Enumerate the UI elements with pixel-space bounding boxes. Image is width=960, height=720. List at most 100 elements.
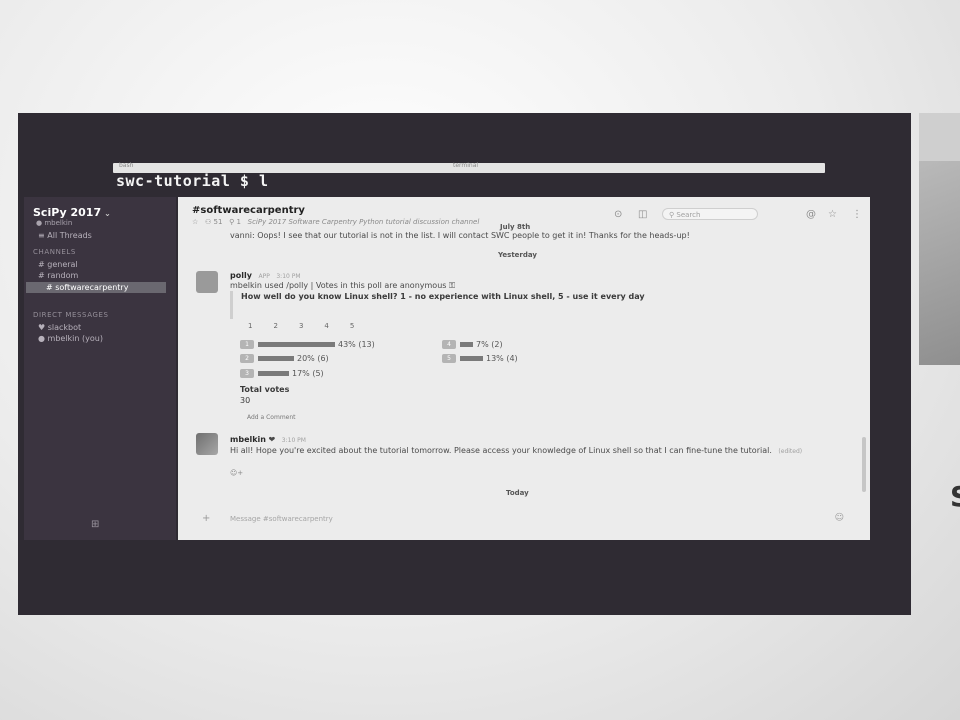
edited-label: (edited) [778,448,803,455]
terminal-cut-off-line [116,191,206,196]
poll-option-number: 1 [248,322,253,330]
poll-intro: mbelkin used /polly | Votes in this poll… [230,281,455,291]
avatar[interactable] [196,433,218,455]
poll-option-number: 5 [349,322,355,330]
mentions-icon[interactable]: @ [806,209,816,220]
starred-icon[interactable]: ☆ [828,209,837,220]
call-icon[interactable]: ⊙ [614,209,622,220]
terminal-title-left: bash [119,162,134,169]
sidebar-item-random[interactable]: # random [38,271,78,280]
dm-label: mbelkin (you) [47,334,103,343]
poll-intro-text: mbelkin used /polly | Votes in this poll… [230,281,447,290]
author-name[interactable]: polly [230,271,252,280]
direct-messages-heading[interactable]: DIRECT MESSAGES [33,311,109,319]
chevron-down-icon: ⌄ [104,209,111,218]
sidebar-item-self[interactable]: ● mbelkin (you) [38,334,103,343]
channel-label: general [47,260,78,269]
vote-bar [258,356,294,361]
vote-bar [258,371,289,376]
date-divider-today: Today [506,489,529,497]
terminal-title: terminal [453,162,479,169]
attach-plus-icon[interactable]: + [202,513,210,524]
vote-result: 7% (2) [476,340,503,349]
message-composer[interactable]: + Message #softwarecarpentry ☺ [196,513,854,526]
avatar[interactable] [196,271,218,293]
search-placeholder: Search [676,211,701,219]
timestamp[interactable]: 3:10 PM [282,437,306,444]
speaker-video-frame [919,161,960,365]
message-text: Hi all! Hope you're excited about the tu… [230,446,772,455]
all-threads-label: All Threads [47,231,92,240]
scrollbar[interactable] [862,437,866,492]
pin-count: 1 [236,218,241,226]
search-icon: ⚲ [669,211,675,219]
sidebar-item-general[interactable]: # general [38,260,78,269]
vote-row: 2 20% (6) [240,354,329,364]
channel-label: random [47,271,79,280]
vote-result: 13% (4) [486,354,518,363]
pin-icon[interactable]: ⚲ [229,218,234,226]
vote-button[interactable]: 2 [240,354,254,363]
emoji-icon[interactable]: ☺ [835,513,844,523]
user-name: mbelkin [44,219,73,227]
message-mbelkin: Hi all! Hope you're excited about the tu… [230,445,810,457]
status-emoji-icon: ❤ [268,435,276,444]
search-input[interactable]: ⚲ Search [662,208,758,220]
slack-sidebar: SciPy 2017 ⌄ ● mbelkin ≡ All Threads CHAN… [24,197,176,540]
edge-character: S [950,480,960,513]
poll-option-number: 4 [324,322,329,330]
details-icon[interactable]: ◫ [638,209,647,220]
channels-heading[interactable]: CHANNELS [33,248,76,256]
sidebar-item-softwarecarpentry[interactable]: # softwarecarpentry [26,282,166,293]
poll-options: 1 2 3 4 5 [248,322,375,330]
vote-row: 1 43% (13) [240,340,375,350]
vote-row: 3 17% (5) [240,369,324,379]
message-header-mbelkin: mbelkin ❤ 3:10 PM [230,435,306,444]
grid-icon[interactable]: ⊞ [91,519,99,530]
more-icon[interactable]: ⋮ [852,209,862,220]
vote-row: 4 7% (2) [442,340,503,350]
channel-purpose: SciPy 2017 Software Carpentry Python tut… [247,218,480,226]
sidebar-item-all-threads[interactable]: ≡ All Threads [38,231,92,240]
timestamp[interactable]: 3:10 PM [276,273,300,280]
vote-button[interactable]: 1 [240,340,254,349]
poll-question: How well do you know Linux shell? 1 - no… [241,292,645,301]
vote-button[interactable]: 5 [442,354,456,363]
message-input[interactable]: Message #softwarecarpentry [230,515,333,523]
poll-option-number: 3 [298,322,304,330]
date-divider-yesterday: Yesterday [498,251,537,259]
vote-bar [258,342,335,347]
member-count: 51 [213,218,223,226]
current-user: ● mbelkin [36,219,73,227]
vote-bar [460,342,473,347]
terminal-prompt[interactable]: swc-tutorial $ l [116,172,269,190]
vote-button[interactable]: 4 [442,340,456,349]
star-icon[interactable]: ☆ [192,218,198,226]
channel-meta: ☆ ⚇ 51 ⚲ 1 SciPy 2017 Software Carpentry… [192,218,479,226]
message-header-polly: polly APP 3:10 PM [230,271,301,280]
vote-bar [460,356,483,361]
team-name: SciPy 2017 [33,206,102,219]
speaker-video [919,113,960,365]
poll-option-number: 2 [273,322,278,330]
members-icon[interactable]: ⚇ [205,218,211,226]
add-comment-link[interactable]: Add a Comment [247,414,296,421]
total-votes-label: Total votes [240,385,290,394]
vote-result: 17% (5) [292,369,324,378]
author-name[interactable]: mbelkin [230,435,266,444]
channel-title[interactable]: #softwarecarpentry [192,205,305,216]
vote-button[interactable]: 3 [240,369,254,378]
team-switcher[interactable]: SciPy 2017 ⌄ [33,206,111,219]
channel-view: #softwarecarpentry ☆ ⚇ 51 ⚲ 1 SciPy 2017… [178,197,870,540]
vote-result: 43% (13) [338,340,375,349]
date-divider-july: July 8th [500,223,531,231]
message-vanni: vanni: Oops! I see that our tutorial is … [230,231,690,240]
app-badge: APP [258,273,270,280]
lock-icon: ⚿ [448,281,456,290]
sidebar-item-slackbot[interactable]: ♥ slackbot [38,323,81,332]
vote-row: 5 13% (4) [442,354,518,364]
channel-label: softwarecarpentry [55,283,129,292]
vote-result: 20% (6) [297,354,329,363]
dm-label: slackbot [47,323,82,332]
reaction-icon[interactable]: ☺+ [230,469,243,477]
